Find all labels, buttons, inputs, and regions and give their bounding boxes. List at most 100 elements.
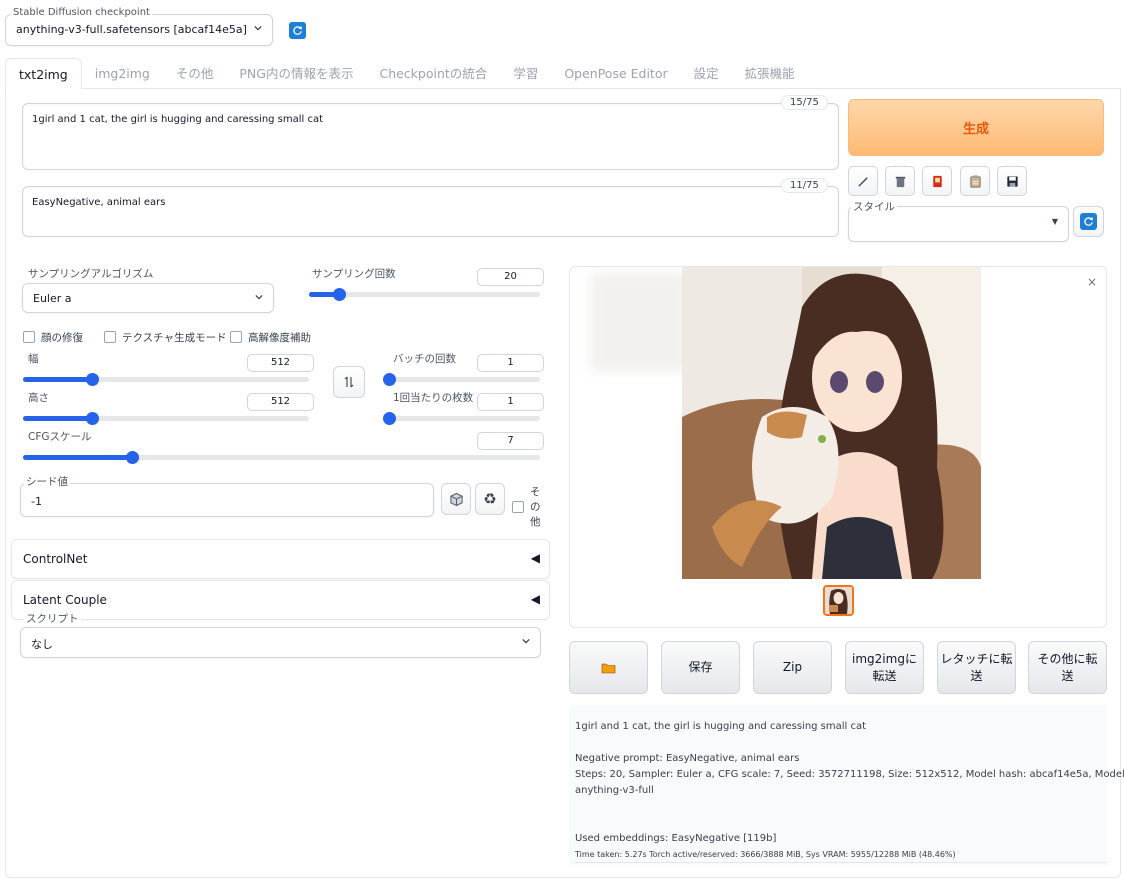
send-to-extras-button[interactable]: その他に転送 [1028,641,1107,694]
controlnet-accordion[interactable]: ControlNet ◀ [11,539,550,579]
cfg-slider[interactable] [23,451,540,464]
batch-size-input[interactable]: 1 [477,393,544,411]
chevron-down-icon [255,294,263,300]
batch-count-slider[interactable] [383,373,540,386]
save-button[interactable]: 保存 [661,641,740,694]
steps-label: サンプリング回数 [312,268,396,280]
hires-fix-checkbox[interactable] [230,331,242,343]
send-to-img2img-button[interactable]: img2imgに 転送 [845,641,924,694]
controlnet-title: ControlNet [23,552,88,566]
seed-extra-label: その他 [530,486,541,528]
tiling-checkbox[interactable] [104,331,116,343]
slider-handle[interactable] [85,373,99,386]
hires-fix-label: 高解像度補助 [248,332,311,344]
clear-prompt-button[interactable] [885,166,915,196]
tab-img2img[interactable]: img2img [82,58,163,89]
info-params-line2: anything-v3-full [575,785,654,796]
tab-extras[interactable]: その他 [163,58,227,89]
paste-params-button[interactable] [848,166,878,196]
prompt-input[interactable]: 1girl and 1 cat, the girl is hugging and… [22,103,839,170]
info-prompt: 1girl and 1 cat, the girl is hugging and… [575,721,867,732]
sampler-value: Euler a [33,292,72,305]
checkpoint-value: anything-v3-full.safetensors [abcaf14e5a… [16,23,247,36]
chevron-down-icon [522,638,530,644]
slider-handle[interactable] [333,288,347,301]
negative-prompt-input[interactable]: EasyNegative, animal ears [22,186,839,237]
batch-count-input[interactable]: 1 [477,354,544,372]
negative-prompt-token-counter: 11/75 [781,178,828,193]
refresh-icon [1080,213,1097,230]
apply-style-button[interactable] [960,166,990,196]
prompt-text: 1girl and 1 cat, the girl is hugging and… [32,114,324,125]
refresh-checkpoint-button[interactable] [289,22,306,39]
width-input[interactable]: 512 [247,354,314,372]
dice-icon [449,492,463,506]
negative-prompt-text: EasyNegative, animal ears [32,197,166,208]
script-select[interactable]: なし [20,627,541,658]
seed-input[interactable]: -1 [20,483,434,517]
collapse-arrow-icon: ◀ [530,592,540,606]
steps-slider[interactable] [309,288,540,301]
generation-info: 1girl and 1 cat, the girl is hugging and… [569,705,1124,865]
script-value: なし [31,638,53,651]
zip-button[interactable]: Zip [753,641,832,694]
recycle-icon: ♻ [483,490,497,508]
batch-size-slider[interactable] [383,412,540,425]
send-to-inpaint-button[interactable]: レタッチに転送 [937,641,1016,694]
generate-label: 生成 [962,122,989,137]
tab-settings[interactable]: 設定 [681,58,732,89]
floppy-disk-icon [1006,175,1018,187]
prompt-token-counter: 15/75 [781,95,828,110]
random-seed-button[interactable] [441,483,471,515]
card-icon [932,175,942,187]
latent-couple-accordion[interactable]: Latent Couple ◀ [11,580,550,620]
sampler-label: サンプリングアルゴリズム [28,268,154,280]
slider-handle[interactable] [383,412,396,425]
width-slider[interactable] [23,373,309,386]
tab-train[interactable]: 学習 [500,58,551,89]
tab-extensions[interactable]: 拡張機能 [732,58,808,89]
zip-label: Zip [782,660,803,675]
seed-extra-checkbox[interactable] [512,501,524,513]
script-label: スクリプト [24,611,81,626]
extra-networks-button[interactable] [922,166,952,196]
clipboard-icon [969,174,981,188]
pencil-icon [857,176,868,187]
tab-png-info[interactable]: PNG内の情報を表示 [226,58,366,89]
tab-checkpoint-merger[interactable]: Checkpointの統合 [366,58,500,89]
checkpoint-select[interactable]: anything-v3-full.safetensors [abcaf14e5a… [5,14,273,46]
close-icon[interactable]: × [1087,275,1097,289]
cfg-input[interactable]: 7 [477,432,544,450]
restore-faces-checkbox[interactable] [23,331,35,343]
trash-icon [895,176,905,187]
open-folder-button[interactable] [569,641,648,694]
generate-button[interactable]: 生成 [848,99,1104,156]
swap-dimensions-button[interactable] [333,366,365,398]
slider-handle[interactable] [125,451,139,464]
collapse-arrow-icon: ◀ [530,551,540,565]
tab-openpose-editor[interactable]: OpenPose Editor [551,58,680,89]
restore-faces-label: 顔の修復 [41,332,83,344]
info-negative-prompt: Negative prompt: EasyNegative, animal ea… [575,753,800,764]
tab-txt2img[interactable]: txt2img [5,58,82,89]
info-timing: Time taken: 5.27s Torch active/reserved:… [575,850,956,859]
cfg-label: CFGスケール [28,431,92,443]
sampler-select[interactable]: Euler a [22,283,274,313]
save-style-button[interactable] [997,166,1027,196]
tiling-label: テクスチャ生成モード [122,332,227,344]
reuse-seed-button[interactable]: ♻ [475,483,505,515]
generated-image[interactable] [682,267,981,579]
height-slider[interactable] [23,412,309,425]
slider-handle[interactable] [85,412,99,425]
gallery-thumbnail[interactable] [823,585,854,616]
steps-input[interactable]: 20 [477,268,544,286]
height-input[interactable]: 512 [247,393,314,411]
send-to-extras-label-line2: 送 [1061,668,1074,683]
tab-bar: txt2img img2img その他 PNG内の情報を表示 Checkpoin… [5,58,808,89]
send-to-img2img-label-line1: img2imgに [852,652,917,667]
folder-icon [601,663,616,673]
slider-handle[interactable] [383,373,396,386]
refresh-styles-button[interactable] [1073,206,1104,237]
batch-size-label: 1回当たりの枚数 [393,392,474,404]
height-label: 高さ [28,392,49,404]
